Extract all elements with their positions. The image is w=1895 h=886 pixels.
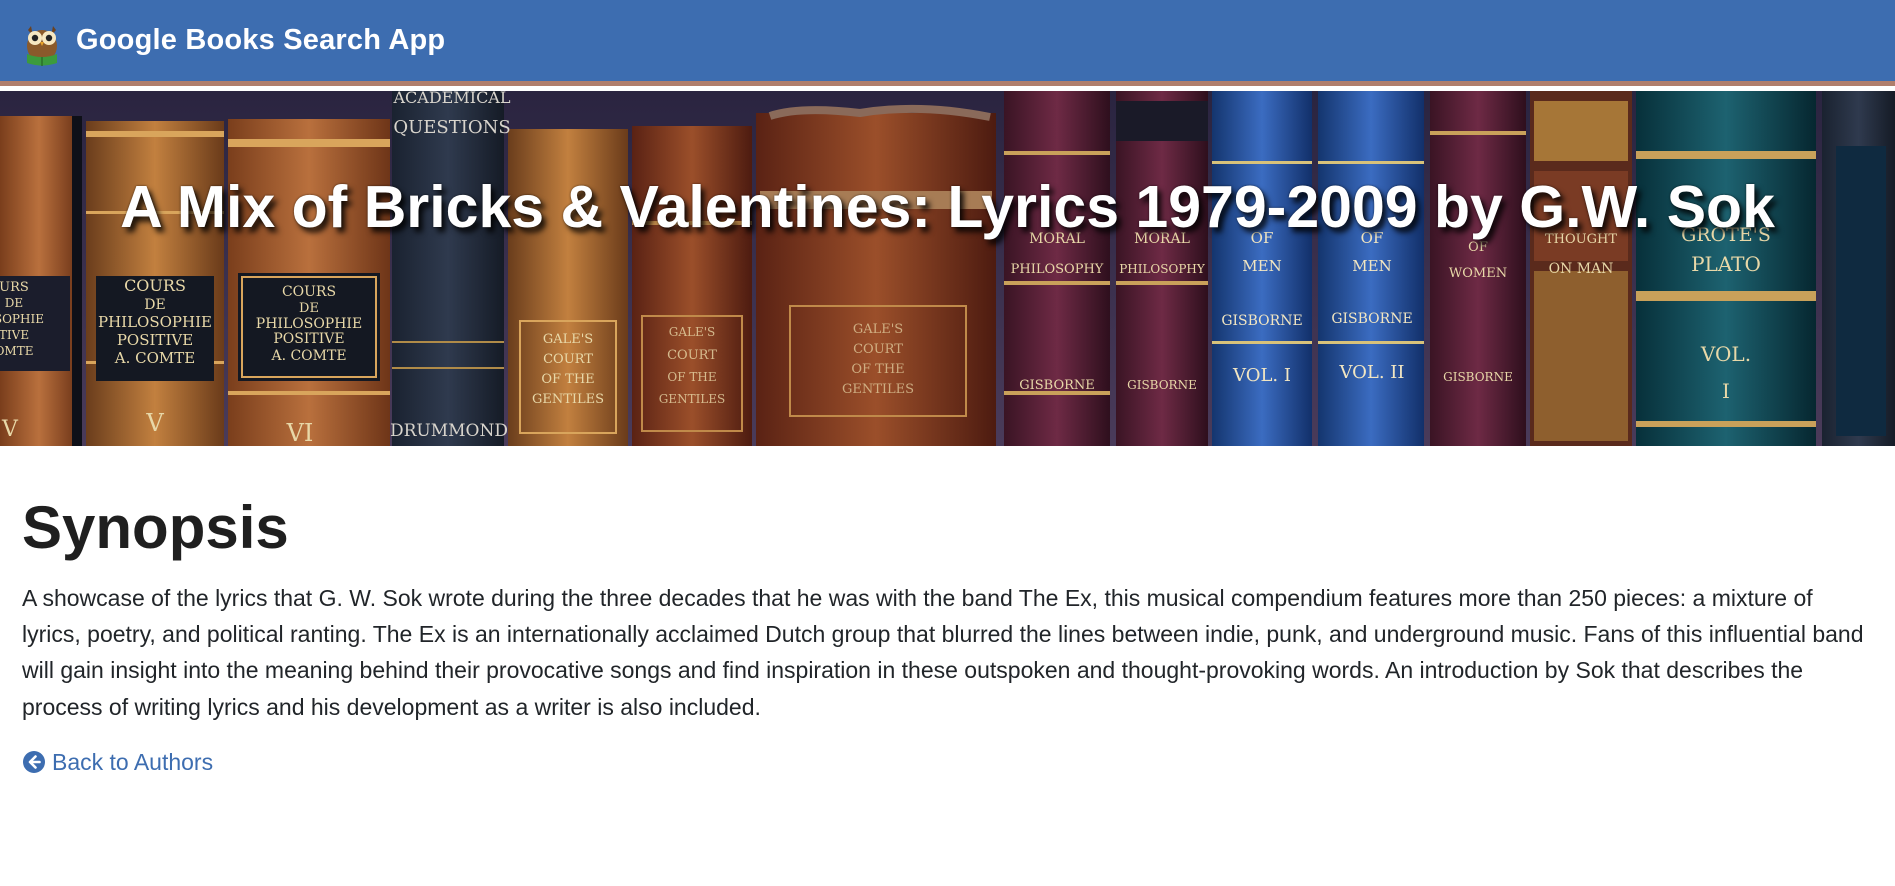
brand-link[interactable]: Google Books Search App bbox=[76, 24, 445, 57]
spine-text-moral1-2: PHILOSOPHY bbox=[1011, 262, 1104, 277]
spine-text-duties2-4: VOL. II bbox=[1338, 362, 1404, 383]
spine-text-gale1-4: GENTILES bbox=[532, 392, 604, 407]
spine-text-academical-2: QUESTIONS bbox=[393, 117, 510, 138]
spine-text-left-5: OMTE bbox=[0, 344, 33, 358]
spine-text-duties2-3: GISBORNE bbox=[1331, 311, 1412, 327]
spine-text-gisborne2: GISBORNE bbox=[1127, 378, 1197, 392]
spine-text-left-3: OSOPHIE bbox=[0, 312, 44, 326]
spine-text-gale3-1: GALE'S bbox=[853, 322, 903, 337]
spine-text-comte2-1: COURS bbox=[282, 284, 336, 300]
spine-text-comte2-3: PHILOSOPHIE bbox=[256, 316, 362, 332]
spine-text-duties1-2: MEN bbox=[1242, 257, 1281, 275]
book-title: A Mix of Bricks & Valentines: Lyrics 197… bbox=[120, 174, 1775, 240]
synopsis-heading: Synopsis bbox=[22, 494, 289, 561]
spine-text-women-2: WOMEN bbox=[1449, 266, 1507, 281]
spine-text-moral2-2: PHILOSOPHY bbox=[1119, 262, 1206, 276]
spine-text-comte-vol-vi: VI bbox=[286, 419, 314, 446]
navbar: Google Books Search App bbox=[0, 0, 1895, 86]
bookshelf-background-image: ACADEMICAL QUESTIONS DRUMMOND COURS DE P… bbox=[0, 91, 1895, 446]
owl-reading-icon[interactable] bbox=[22, 16, 62, 66]
spine-text-women-3: GISBORNE bbox=[1443, 370, 1513, 384]
spine-text-duties2-2: MEN bbox=[1352, 257, 1391, 275]
main-content: Synopsis A showcase of the lyrics that G… bbox=[22, 490, 1872, 779]
synopsis-text: A showcase of the lyrics that G. W. Sok … bbox=[22, 585, 1864, 720]
spine-text-comte1-3: PHILOSOPHIE bbox=[98, 313, 212, 331]
spine-text-comte1-5: A. COMTE bbox=[114, 349, 195, 367]
spine-text-comte2-2: DE bbox=[299, 301, 319, 316]
spine-text-gale2-1: GALE'S bbox=[669, 325, 716, 339]
spine-text-gale2-2: COURT bbox=[667, 348, 717, 363]
spine-text-comte1-1: COURS bbox=[124, 276, 186, 295]
spine-text-comte2-4: POSITIVE bbox=[273, 331, 344, 347]
spine-text-gale1-3: OF THE bbox=[541, 372, 594, 387]
spine-text-left-6: V bbox=[1, 417, 19, 442]
spine-text-left-2: DE bbox=[5, 296, 23, 310]
spine-text-comte1-2: DE bbox=[144, 297, 165, 313]
spine-text-plato-3: VOL. bbox=[1700, 342, 1751, 366]
spine-text-left-4: TIVE bbox=[0, 328, 29, 342]
spine-text-gale2-3: OF THE bbox=[667, 370, 716, 384]
spine-text-comte2-5: A. COMTE bbox=[270, 348, 346, 364]
spine-text-plato-2: PLATO bbox=[1691, 252, 1761, 276]
arrow-circle-left-icon bbox=[23, 751, 45, 774]
hero-banner: ACADEMICAL QUESTIONS DRUMMOND COURS DE P… bbox=[0, 91, 1895, 446]
spine-text-left-1: URS bbox=[0, 280, 29, 295]
spine-text-gale1-1: GALE'S bbox=[543, 332, 593, 347]
back-to-authors-label: Back to Authors bbox=[52, 748, 214, 775]
back-to-authors-link[interactable]: Back to Authors bbox=[22, 749, 213, 776]
spine-text-gale2-4: GENTILES bbox=[659, 392, 726, 406]
spine-text-gale3-2: COURT bbox=[853, 342, 903, 357]
spine-text-academical-1: ACADEMICAL bbox=[393, 91, 511, 107]
spine-text-comte1-4: POSITIVE bbox=[117, 331, 193, 349]
spine-text-gale1-2: COURT bbox=[543, 352, 593, 367]
spine-text-drummond: DRUMMOND bbox=[390, 421, 508, 441]
spine-text-comte-vol-v: V bbox=[145, 409, 164, 437]
spine-text-plato-4: I bbox=[1722, 379, 1730, 403]
spine-text-thought-2: ON MAN bbox=[1549, 261, 1614, 277]
spine-text-gale3-3: OF THE bbox=[851, 362, 904, 377]
spine-text-women-1: OF bbox=[1468, 240, 1488, 255]
spine-text-gisborne1: GISBORNE bbox=[1019, 378, 1095, 393]
spine-text-duties1-3: GISBORNE bbox=[1221, 313, 1302, 329]
spine-text-duties1-4: VOL. I bbox=[1232, 365, 1291, 386]
spine-text-gale3-4: GENTILES bbox=[842, 382, 914, 397]
